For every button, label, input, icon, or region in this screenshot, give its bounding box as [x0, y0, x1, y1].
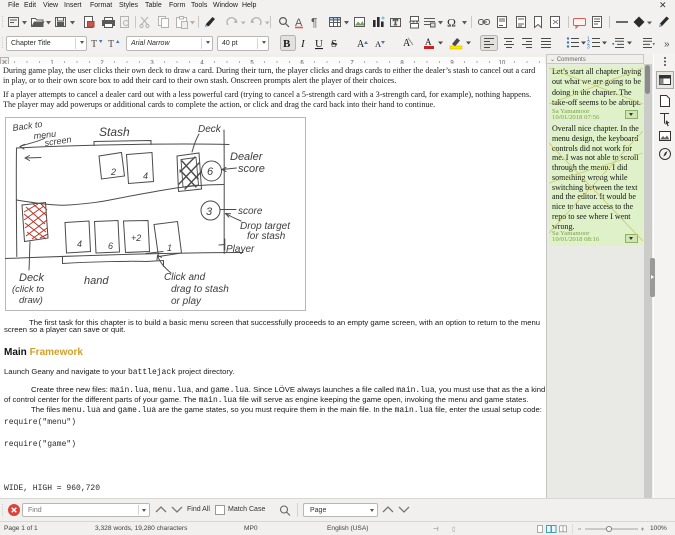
svg-text:¶: ¶: [311, 16, 317, 30]
svg-text:for stash: for stash: [247, 231, 286, 242]
svg-text:T: T: [108, 39, 114, 50]
svg-text:+2: +2: [131, 233, 141, 243]
svg-text:B: B: [283, 38, 291, 50]
svg-text:hand: hand: [84, 275, 109, 287]
svg-text:S: S: [331, 38, 337, 50]
svg-text:6: 6: [108, 241, 113, 251]
svg-text:score: score: [238, 163, 265, 175]
svg-text:A: A: [403, 38, 411, 49]
svg-text:6: 6: [207, 166, 214, 178]
svg-text:Deck: Deck: [19, 272, 45, 284]
svg-text:U: U: [315, 38, 323, 50]
svg-text:2: 2: [110, 167, 116, 177]
svg-text:(click to: (click to: [12, 284, 44, 295]
svg-text:A: A: [375, 39, 382, 49]
svg-text:Player: Player: [226, 244, 255, 255]
svg-text:drag to stash: drag to stash: [171, 284, 229, 295]
svg-text:3: 3: [206, 206, 213, 218]
svg-text:I: I: [300, 38, 306, 50]
svg-text:Click and: Click and: [164, 272, 206, 283]
svg-text:1: 1: [167, 243, 172, 253]
svg-text:A: A: [357, 39, 365, 50]
svg-text:A: A: [425, 37, 432, 47]
svg-text:Dealer: Dealer: [230, 151, 264, 163]
svg-text:3: 3: [587, 45, 590, 51]
svg-text:or play: or play: [171, 296, 202, 307]
svg-text:T: T: [91, 39, 97, 50]
svg-text:T: T: [393, 18, 398, 27]
svg-text:draw): draw): [19, 295, 43, 306]
svg-text:Deck: Deck: [198, 124, 222, 135]
svg-text:»: »: [664, 39, 670, 50]
svg-text:Ω: Ω: [447, 16, 456, 30]
svg-text:4: 4: [77, 239, 82, 249]
svg-text:4: 4: [143, 171, 148, 181]
svg-text:Stash: Stash: [99, 125, 130, 139]
svg-text:score: score: [238, 206, 263, 217]
